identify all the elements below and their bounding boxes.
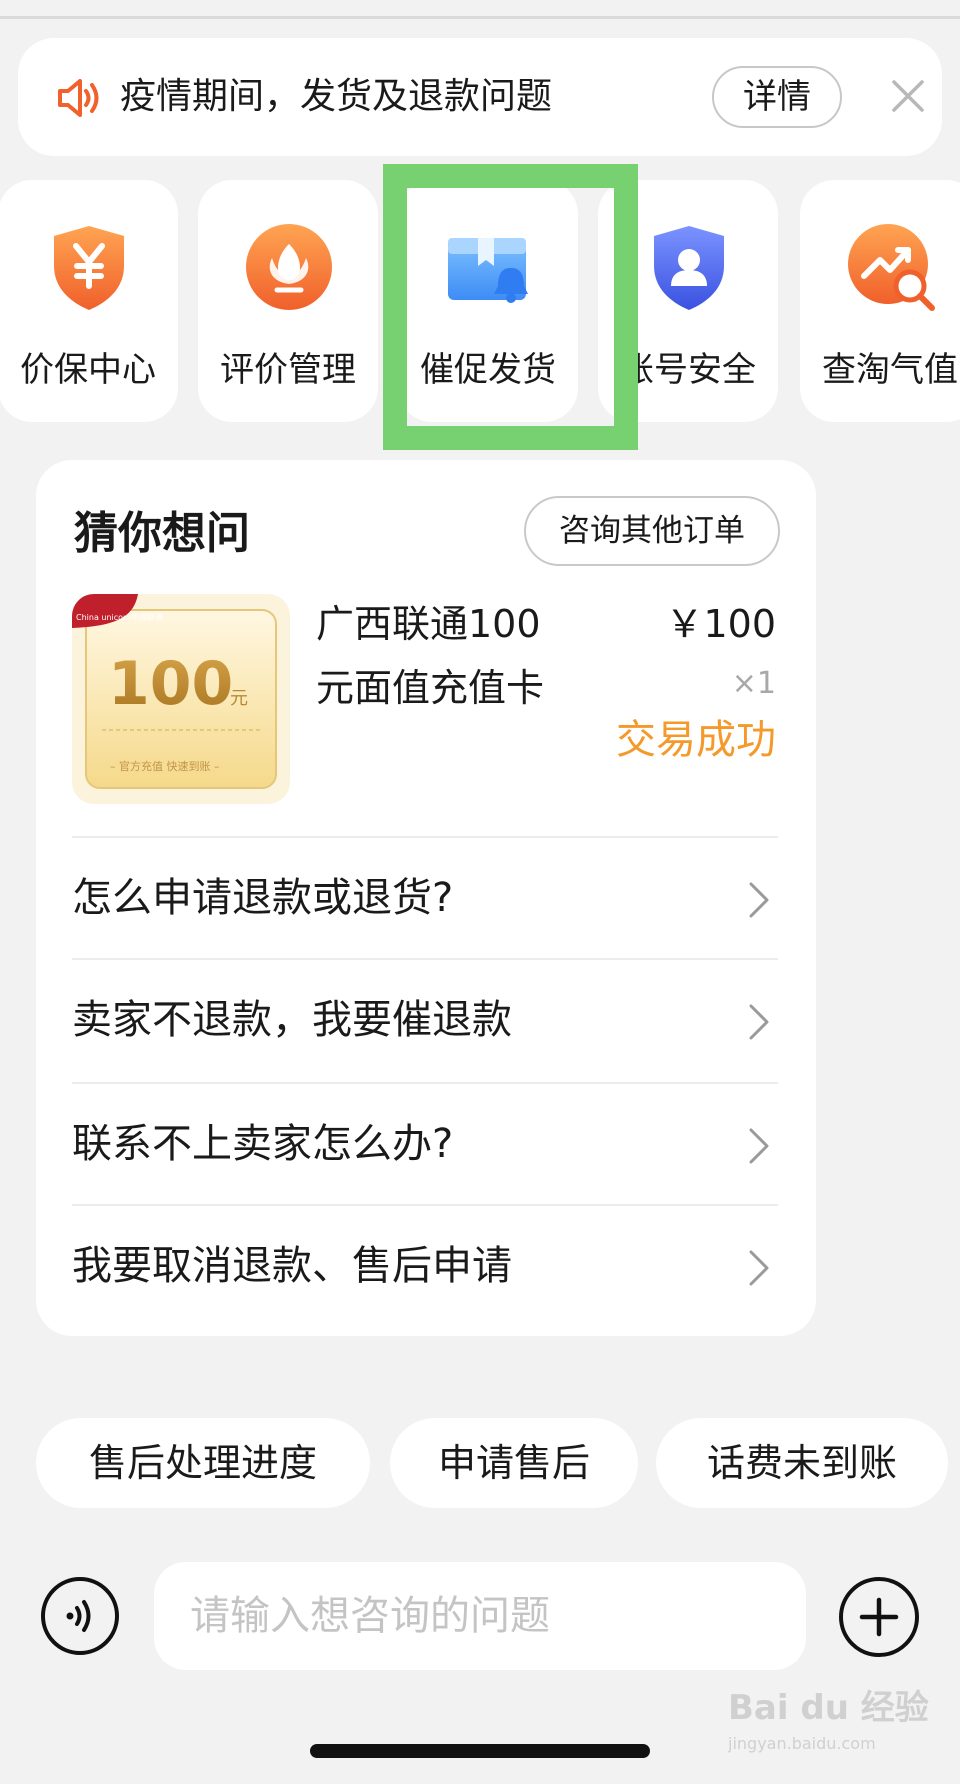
close-icon[interactable]	[880, 68, 936, 124]
question-text: 怎么申请退款或退货?	[72, 875, 454, 921]
service-strip[interactable]: 价保中心 评价管理 催促发货 账号安全 查淘气值	[0, 178, 960, 424]
package-bell-icon	[448, 238, 528, 303]
question-text: 我要取消退款、售后申请	[72, 1243, 512, 1289]
voice-input-icon[interactable]	[40, 1576, 120, 1656]
speaker-icon	[58, 79, 99, 117]
home-indicator[interactable]	[310, 1744, 650, 1758]
product-quantity: ×1	[731, 666, 776, 701]
service-card-price-protect[interactable]: 价保中心	[0, 180, 178, 422]
watermark-url: jingyan.baidu.com	[728, 1734, 876, 1753]
guess-title: 猜你想问	[74, 508, 250, 559]
quick-chip-aftersale-progress[interactable]: 售后处理进度	[36, 1418, 370, 1508]
question-item[interactable]: 联系不上卖家怎么办?	[72, 1082, 778, 1206]
question-item[interactable]: 我要取消退款、售后申请	[72, 1204, 778, 1328]
order-status: 交易成功	[616, 717, 776, 763]
service-card-taoqi[interactable]: 查淘气值	[800, 180, 960, 422]
thumb-value: 100	[108, 649, 233, 719]
question-input-box[interactable]	[154, 1562, 806, 1670]
thumb-brand: China unicom中国联通	[76, 612, 163, 622]
bottom-bar: 售后处理进度 申请售后 话费未到账 Bai du 经验 jingyan.baid…	[0, 1390, 960, 1784]
yen-shield-icon	[54, 226, 124, 310]
chevron-right-icon	[749, 882, 769, 918]
question-text: 卖家不退款，我要催退款	[72, 997, 512, 1043]
quick-chip-apply-aftersale[interactable]: 申请售后	[390, 1418, 638, 1508]
question-item[interactable]: 怎么申请退款或退货?	[72, 836, 778, 960]
service-card-review[interactable]: 评价管理	[198, 180, 378, 422]
service-label: 催促发货	[420, 350, 556, 390]
chevron-right-icon	[749, 1128, 769, 1164]
thumb-unit: 元	[230, 688, 248, 709]
service-label: 账号安全	[620, 350, 756, 390]
quick-chip-topup-not-arrived[interactable]: 话费未到账	[656, 1418, 948, 1508]
product-name[interactable]: 广西联通100元面值充值卡	[316, 592, 576, 720]
chevron-right-icon	[749, 1004, 769, 1040]
flower-icon	[246, 224, 332, 310]
watermark: Bai du 经验 jingyan.baidu.com	[728, 1686, 948, 1776]
service-card-urge-shipping[interactable]: 催促发货	[398, 180, 578, 422]
recharge-card-image: China unicom中国联通 100 元 – 官方充值 快速到账 –	[72, 594, 290, 804]
notice-bar[interactable]: 疫情期间，发货及退款问题 详情	[18, 38, 942, 156]
product-thumbnail[interactable]: China unicom中国联通 100 元 – 官方充值 快速到账 –	[72, 594, 290, 804]
watermark-brand: Bai du 经验	[728, 1688, 929, 1728]
question-input[interactable]	[190, 1562, 790, 1670]
trend-search-icon	[848, 224, 935, 311]
other-orders-button[interactable]: 咨询其他订单	[524, 496, 780, 566]
notice-text: 疫情期间，发货及退款问题	[120, 76, 553, 117]
top-divider	[0, 16, 960, 19]
notice-detail-button[interactable]: 详情	[712, 66, 842, 128]
user-shield-icon	[654, 226, 724, 310]
guess-card: 猜你想问 咨询其他订单 China unicom中国联通 100 元 – 官方充…	[36, 460, 816, 1336]
thumb-caption: – 官方充值 快速到账 –	[110, 759, 220, 773]
question-item[interactable]: 卖家不退款，我要催退款	[72, 958, 778, 1082]
service-card-account-security[interactable]: 账号安全	[598, 180, 778, 422]
service-label: 价保中心	[20, 350, 156, 390]
plus-icon[interactable]	[838, 1576, 920, 1658]
chevron-right-icon	[749, 1250, 769, 1286]
product-price: ￥100	[665, 602, 776, 646]
question-text: 联系不上卖家怎么办?	[72, 1121, 454, 1167]
service-label: 评价管理	[220, 350, 356, 390]
service-label: 查淘气值	[822, 350, 958, 390]
